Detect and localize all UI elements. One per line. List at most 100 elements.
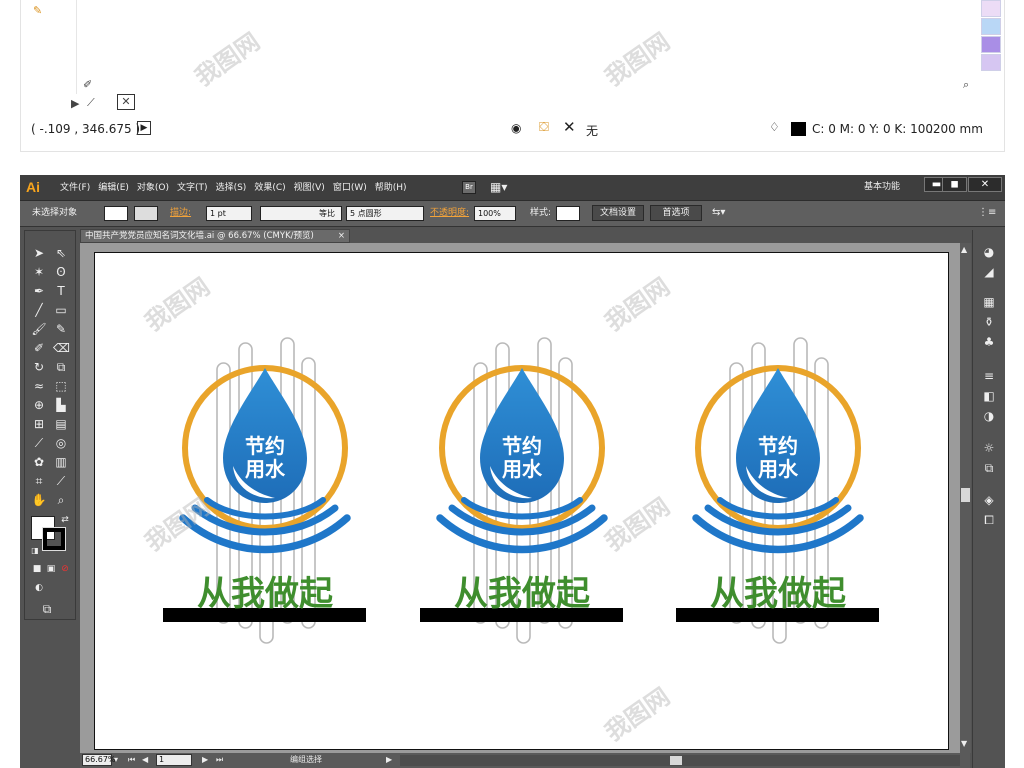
arrange-icon[interactable]: ⇆▾ — [712, 207, 725, 218]
symbol-sprayer-icon[interactable]: ✿ — [31, 454, 47, 470]
play-icon[interactable]: ▶ — [137, 121, 151, 135]
menu-object[interactable]: 对象(O) — [133, 175, 173, 201]
transparency-icon[interactable]: ◑ — [981, 408, 997, 424]
color-panel-icon[interactable]: ◕ — [981, 244, 997, 260]
swatch-pale-purple[interactable] — [981, 54, 1001, 71]
zoom-tool-icon[interactable]: ⌕ — [53, 492, 69, 508]
swatch-lavender[interactable] — [981, 0, 1001, 17]
document-tab[interactable]: 中国共产党党员应知名词文化墙.ai @ 66.67% (CMYK/预览) × — [80, 229, 350, 243]
layers-icon[interactable]: ◈ — [981, 492, 997, 508]
prev-page-icon[interactable]: ◀ — [142, 754, 148, 766]
last-page-icon[interactable]: ⏭ — [216, 754, 223, 766]
rectangle-tool-icon[interactable]: ▭ — [53, 302, 69, 318]
gradient-tool-icon[interactable]: ▤ — [53, 416, 69, 432]
draw-mode-icon[interactable]: ◐ — [31, 580, 47, 596]
stroke-profile-dropdown[interactable]: 等比 — [260, 206, 342, 221]
panel-menu-icon[interactable]: ⋮≡ — [978, 207, 996, 218]
maximize-button[interactable]: ◼ — [942, 177, 967, 192]
h-scroll-thumb[interactable] — [670, 756, 682, 765]
fill-swatch[interactable] — [104, 206, 128, 221]
hand-tool-icon[interactable]: ✋ — [31, 492, 47, 508]
menu-help[interactable]: 帮助(H) — [371, 175, 411, 201]
arrow-right-icon[interactable]: ▶ — [71, 97, 79, 110]
stroke-color-box[interactable] — [42, 527, 66, 551]
swatch-purple[interactable] — [981, 36, 1001, 53]
none-mode-icon[interactable]: ⊘ — [57, 561, 73, 577]
paintbrush-icon[interactable]: 🖌 — [31, 321, 47, 337]
opacity-field[interactable]: 100% — [474, 206, 516, 221]
scroll-up-icon[interactable]: ▲ — [961, 245, 967, 254]
blend-tool-icon[interactable]: ◎ — [53, 435, 69, 451]
workspace-switcher[interactable]: 基本功能 — [864, 175, 900, 199]
magic-wand-icon[interactable]: ✶ — [31, 264, 47, 280]
rotate-tool-icon[interactable]: ↻ — [31, 359, 47, 375]
swatches-icon[interactable]: ▦ — [981, 294, 997, 310]
stroke-weight-field[interactable]: 1 pt — [206, 206, 252, 221]
gradient-panel-icon[interactable]: ◧ — [981, 388, 997, 404]
paint-bucket-icon[interactable]: ⛋ — [539, 120, 549, 135]
scroll-thumb[interactable] — [961, 488, 970, 502]
brush-dropdown[interactable]: 5 点圆形 — [346, 206, 424, 221]
artboard-tool-icon[interactable]: ⌗ — [31, 473, 47, 489]
black-swatch[interactable] — [791, 122, 806, 136]
default-colors-icon[interactable]: ◨ — [27, 543, 43, 559]
screen-mode-icon[interactable]: ⧉ — [39, 601, 55, 617]
type-tool-icon[interactable]: T — [53, 283, 69, 299]
menu-edit[interactable]: 编辑(E) — [94, 175, 133, 201]
artboards-panel-icon[interactable]: ⧠ — [981, 512, 997, 528]
blob-brush-icon[interactable]: ✐ — [31, 340, 47, 356]
zoom-icon[interactable]: ⌕ — [963, 78, 969, 92]
menu-type[interactable]: 文字(T) — [173, 175, 212, 201]
pen-tool-icon[interactable]: ✒ — [31, 283, 47, 299]
bridge-button[interactable]: Br — [462, 181, 476, 194]
selection-tool-icon[interactable]: ➤ — [31, 245, 47, 261]
eraser-icon[interactable]: ⌫ — [53, 340, 70, 356]
document-setup-button[interactable]: 文档设置 — [592, 205, 644, 221]
next-page-icon[interactable]: ▶ — [202, 754, 208, 766]
scroll-down-icon[interactable]: ▼ — [961, 739, 967, 748]
swap-colors-icon[interactable]: ⇄ — [57, 512, 73, 528]
graphic-styles-icon[interactable]: ⧉ — [981, 460, 997, 476]
no-fill-icon[interactable]: ✕ — [563, 118, 576, 136]
stroke-label[interactable]: 描边: — [170, 206, 191, 221]
menu-view[interactable]: 视图(V) — [290, 175, 329, 201]
menu-window[interactable]: 窗口(W) — [329, 175, 371, 201]
color-guide-icon[interactable]: ◢ — [981, 264, 997, 280]
free-transform-icon[interactable]: ⬚ — [53, 378, 69, 394]
pencil-icon[interactable]: ✐ — [83, 78, 92, 91]
close-button[interactable]: ✕ — [968, 177, 1002, 192]
preview-icon[interactable]: ◉ — [511, 121, 521, 135]
chart-tool-icon[interactable]: ▙ — [53, 397, 69, 413]
slice-tool-icon[interactable]: ⟋ — [53, 473, 69, 489]
horizontal-scrollbar[interactable] — [400, 755, 960, 766]
preferences-button[interactable]: 首选项 — [650, 205, 702, 221]
pencil-tool-icon[interactable]: ✎ — [53, 321, 69, 337]
line-tool-icon[interactable]: ╱ — [31, 302, 47, 318]
status-menu-icon[interactable]: ▶ — [386, 754, 392, 766]
stroke-panel-icon[interactable]: ≡ — [981, 368, 997, 384]
menu-select[interactable]: 选择(S) — [212, 175, 251, 201]
style-swatch[interactable] — [556, 206, 580, 221]
menu-effect[interactable]: 效果(C) — [250, 175, 289, 201]
opacity-label[interactable]: 不透明度: — [430, 206, 469, 221]
page-field[interactable]: 1 — [156, 754, 192, 766]
first-page-icon[interactable]: ⏮ — [128, 754, 135, 766]
vertical-scrollbar[interactable]: ▲ ▼ — [960, 243, 971, 753]
zoom-dropdown-icon[interactable]: ▾ — [114, 754, 118, 766]
shape-builder-icon[interactable]: ⊕ — [31, 397, 47, 413]
symbols-icon[interactable]: ♣ — [981, 334, 997, 350]
warp-tool-icon[interactable]: ≈ — [31, 378, 47, 394]
menu-file[interactable]: 文件(F) — [56, 175, 94, 201]
appearance-icon[interactable]: ☼ — [981, 440, 997, 456]
tab-close-icon[interactable]: × — [338, 230, 345, 242]
arrange-documents-icon[interactable]: ▦▾ — [490, 180, 507, 194]
eyedropper-tool-icon[interactable]: ⟋ — [31, 435, 47, 451]
lasso-icon[interactable]: ʘ — [53, 264, 69, 280]
artboard[interactable]: 节约 用水 从我做起 节约 用水 从我做起 节约 用水 从我做起 — [94, 252, 949, 750]
direct-selection-tool-icon[interactable]: ⇖ — [53, 245, 69, 261]
eyedropper-icon[interactable]: ✎ — [33, 4, 42, 17]
eyedropper-small-icon[interactable]: ⟋ — [87, 96, 95, 110]
mesh-tool-icon[interactable]: ⊞ — [31, 416, 47, 432]
column-graph-icon[interactable]: ▥ — [53, 454, 69, 470]
zoom-field[interactable]: 66.67% — [82, 754, 116, 766]
